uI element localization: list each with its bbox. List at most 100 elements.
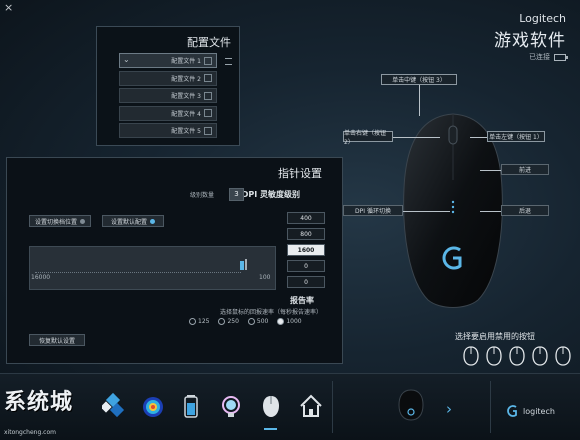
radio-icon xyxy=(189,318,196,325)
dpi-value-field[interactable]: 400 xyxy=(287,212,325,224)
watermark-text: 系统城 xyxy=(4,390,74,415)
dpi-slider-min-label: 100 xyxy=(259,274,271,281)
pointer-mouse-icon[interactable] xyxy=(258,392,284,420)
profile-checkbox[interactable] xyxy=(204,109,212,117)
callout-leader-line xyxy=(419,80,420,116)
profile-checkbox[interactable] xyxy=(204,91,212,100)
callout-forward-button[interactable]: 前进 xyxy=(501,164,549,175)
report-rate-title: 报告率 xyxy=(290,296,314,305)
dpi-value-field[interactable]: 0 xyxy=(287,260,325,272)
logo-diamond-icon xyxy=(102,392,125,418)
callout-back-button[interactable]: 后退 xyxy=(501,205,549,216)
bottom-toolbar xyxy=(0,373,580,440)
report-rate-label: 250 xyxy=(227,318,239,325)
mouse-toggle-icon[interactable] xyxy=(532,346,548,366)
pointer-settings-panel: 指针设置 DPI 灵敏度级别 3 级别数量 设置切换档位置 设置默认配置 400… xyxy=(6,157,343,364)
report-rate-option[interactable]: 1000 xyxy=(277,318,302,325)
active-tab-indicator xyxy=(264,428,277,430)
mouse-toggle-icon[interactable] xyxy=(555,346,571,366)
report-rate-option[interactable]: 500 xyxy=(247,318,269,325)
callout-middle-button[interactable]: 单击中键（按钮 3） xyxy=(381,74,457,85)
report-rate-options: 125 250 500 1000 xyxy=(189,318,302,325)
dpi-level-count[interactable]: 3 xyxy=(229,188,244,201)
dpi-slider-marker[interactable] xyxy=(245,259,247,270)
dpi-slider-track[interactable] xyxy=(29,246,276,290)
report-rate-option[interactable]: 125 xyxy=(189,318,209,325)
mouse-toggle-icon[interactable] xyxy=(486,346,502,366)
profile-checkbox[interactable] xyxy=(204,56,212,65)
connection-status: 已连接 xyxy=(529,52,568,62)
shift-dpi-indicator-icon xyxy=(80,218,85,224)
callout-leader-line xyxy=(480,211,502,212)
brand-name-cn: 游戏软件 xyxy=(494,31,566,51)
device-mouse-icon[interactable] xyxy=(396,388,426,422)
set-shift-dpi-button[interactable]: 设置切换档位置 xyxy=(29,215,91,227)
dpi-value-field[interactable]: 800 xyxy=(287,228,325,240)
brand: Logitech 游戏软件 xyxy=(494,12,566,51)
toolbar-separator xyxy=(332,381,333,433)
mouse-toggle-icon[interactable] xyxy=(509,346,525,366)
battery-icon[interactable] xyxy=(178,392,204,420)
dpi-value-field[interactable]: 1600 xyxy=(287,244,325,256)
chevron-right-icon[interactable]: › xyxy=(446,400,452,418)
profile-item[interactable]: 配置文件 5 xyxy=(119,123,217,138)
radio-selected-icon xyxy=(277,318,285,325)
profile-item[interactable]: 配置文件 3 xyxy=(119,88,217,103)
restore-defaults-label: 恢复默认设置 xyxy=(38,337,75,345)
watermark-url: xitongcheng.com xyxy=(4,429,56,436)
lighting-icon[interactable] xyxy=(218,392,244,420)
callout-leader-line xyxy=(402,211,450,212)
heatmap-icon[interactable] xyxy=(140,392,166,420)
dpi-slider-handle[interactable] xyxy=(240,261,244,270)
profile-panel-title: 配置文件 xyxy=(187,36,231,49)
chevron-down-icon: ⌄ xyxy=(123,55,130,64)
profile-item[interactable]: ⌄ 配置文件 1 xyxy=(119,53,217,68)
battery-status-icon xyxy=(554,53,568,61)
dpi-value-field[interactable]: 0 xyxy=(287,276,325,288)
profile-list: ⌄ 配置文件 1 配置文件 2 配置文件 3 配置文件 4 配置文件 5 xyxy=(119,53,217,141)
report-rate-desc: 选择鼠标的回报速率（每秒报告速率） xyxy=(219,309,322,316)
radio-icon xyxy=(218,318,226,325)
profile-item[interactable]: 配置文件 2 xyxy=(119,70,217,86)
choose-buttons-label: 选择要启用禁用的按钮 xyxy=(455,332,535,341)
set-shift-dpi-label: 设置切换档位置 xyxy=(34,218,77,226)
profile-checkbox[interactable] xyxy=(204,126,212,135)
default-indicator-icon xyxy=(150,218,155,224)
profile-item-label: 配置文件 1 xyxy=(171,58,201,65)
dpi-level-unit: 级别数量 xyxy=(190,192,215,199)
restore-defaults-button[interactable]: 恢复默认设置 xyxy=(29,334,85,346)
toolbar-separator xyxy=(490,381,491,433)
set-default-button[interactable]: 设置默认配置 xyxy=(102,215,164,227)
close-icon[interactable]: × xyxy=(4,1,13,14)
mouse-toggle-icon[interactable] xyxy=(463,346,479,366)
button-toggle-row xyxy=(463,346,571,366)
dpi-value-list: 400 800 1600 0 0 xyxy=(287,212,325,292)
report-rate-option[interactable]: 250 xyxy=(218,318,239,325)
pointer-settings-title: 指针设置 xyxy=(278,167,322,180)
profile-item[interactable]: 配置文件 4 xyxy=(119,105,217,121)
logitech-g-logo-icon: logitech xyxy=(507,405,555,417)
report-rate-label: 500 xyxy=(256,318,269,325)
callout-left-button[interactable]: 单击左键（按钮 1） xyxy=(487,131,545,142)
profile-checkbox[interactable] xyxy=(204,74,212,82)
callout-leader-line xyxy=(392,137,440,138)
callout-right-button[interactable]: 单击右键（按钮 2） xyxy=(343,130,393,146)
brand-name-en: Logitech xyxy=(519,12,566,25)
report-rate-label: 1000 xyxy=(286,318,302,325)
set-default-label: 设置默认配置 xyxy=(110,218,147,226)
profile-item-label: 配置文件 2 xyxy=(171,75,201,83)
dpi-level-label: DPI 灵敏度级别 xyxy=(241,190,300,199)
profile-menu-icon[interactable] xyxy=(225,58,232,65)
profile-item-label: 配置文件 4 xyxy=(171,110,201,118)
report-rate-label: 125 xyxy=(198,318,210,325)
connection-label: 已连接 xyxy=(529,53,550,61)
callout-dpi-cycle[interactable]: DPI 循环切换 xyxy=(343,205,403,216)
profile-panel: 配置文件 ⌄ 配置文件 1 配置文件 2 配置文件 3 配置文件 4 配置文件 … xyxy=(96,26,240,146)
dpi-slider-max-label: 16000 xyxy=(31,274,51,281)
profile-item-label: 配置文件 5 xyxy=(171,128,201,135)
profile-item-label: 配置文件 3 xyxy=(171,93,201,100)
callout-leader-line xyxy=(470,137,488,138)
home-icon[interactable] xyxy=(298,392,324,420)
svg-text:logitech: logitech xyxy=(523,407,555,416)
callout-leader-line xyxy=(480,170,502,171)
